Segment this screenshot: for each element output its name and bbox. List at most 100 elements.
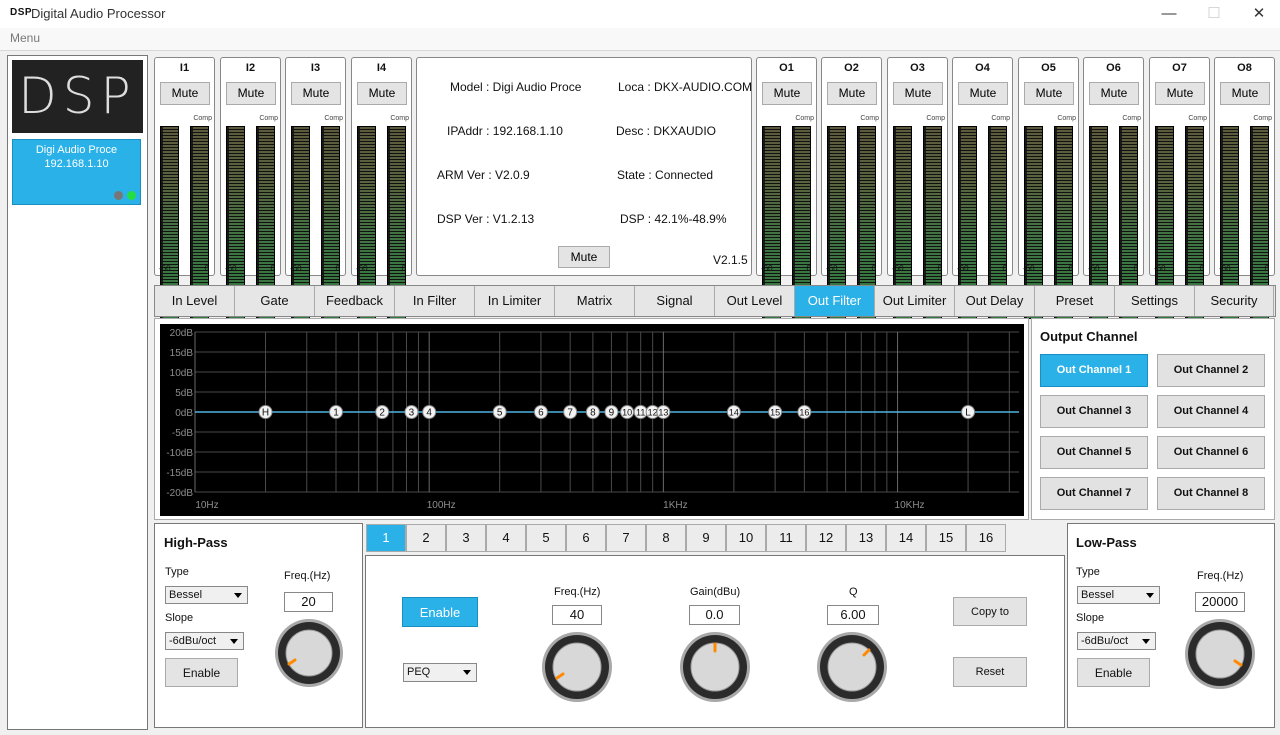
- reset-button[interactable]: Reset: [953, 657, 1027, 687]
- input-mute-button[interactable]: Mute: [160, 82, 210, 105]
- close-button[interactable]: ✕: [1244, 4, 1274, 24]
- eq-graph-svg[interactable]: 20dB15dB10dB5dB0dB-5dB-10dB-15dB-20dB10H…: [160, 324, 1024, 516]
- knob-icon[interactable]: [680, 632, 750, 702]
- out-channel-7-button[interactable]: Out Channel 7: [1040, 477, 1148, 510]
- high-pass-title: High-Pass: [164, 535, 228, 550]
- lp-type-select[interactable]: Bessel: [1077, 586, 1160, 604]
- info-state: State : Connected: [617, 168, 714, 182]
- band-15-button[interactable]: 15: [926, 524, 966, 552]
- tab-out-level[interactable]: Out Level: [715, 286, 795, 316]
- tab-matrix[interactable]: Matrix: [555, 286, 635, 316]
- tab-in-limiter[interactable]: In Limiter: [475, 286, 555, 316]
- peq-gain-knob[interactable]: [680, 632, 750, 707]
- hp-slope-value: -6dBu/oct: [169, 635, 217, 647]
- meter-max-label: 0: [1264, 264, 1269, 273]
- lp-slope-value: -6dBu/oct: [1081, 635, 1129, 647]
- output-mute-button[interactable]: Mute: [827, 82, 877, 105]
- output-mute-button[interactable]: Mute: [1089, 82, 1139, 105]
- minimize-button[interactable]: —: [1154, 4, 1184, 24]
- band-12-button[interactable]: 12: [806, 524, 846, 552]
- output-mute-button[interactable]: Mute: [1024, 82, 1074, 105]
- out-channel-1-button[interactable]: Out Channel 1: [1040, 354, 1148, 387]
- lp-freq-knob[interactable]: [1185, 619, 1255, 694]
- knob-icon[interactable]: [542, 632, 612, 702]
- tab-signal[interactable]: Signal: [635, 286, 715, 316]
- out-channel-2-button[interactable]: Out Channel 2: [1157, 354, 1265, 387]
- band-4-button[interactable]: 4: [486, 524, 526, 552]
- lp-slope-select[interactable]: -6dBu/oct: [1077, 632, 1156, 650]
- output-strip: O4 Mute Comp -60 0: [952, 57, 1013, 319]
- copy-to-button[interactable]: Copy to: [953, 597, 1027, 626]
- knob-icon[interactable]: [275, 619, 343, 687]
- tab-settings[interactable]: Settings: [1115, 286, 1195, 316]
- output-mute-button[interactable]: Mute: [762, 82, 812, 105]
- comp-label: Comp: [193, 115, 212, 122]
- band-6-button[interactable]: 6: [566, 524, 606, 552]
- lp-type-value: Bessel: [1081, 589, 1115, 601]
- knob-icon[interactable]: [1185, 619, 1255, 689]
- peq-q-input[interactable]: 6.00: [827, 605, 879, 625]
- hp-freq-input[interactable]: 20: [284, 592, 333, 612]
- tab-in-level[interactable]: In Level: [155, 286, 235, 316]
- output-mute-button[interactable]: Mute: [1220, 82, 1270, 105]
- band-13-button[interactable]: 13: [846, 524, 886, 552]
- hp-enable-button[interactable]: Enable: [165, 658, 238, 687]
- band-2-button[interactable]: 2: [406, 524, 446, 552]
- band-1-button[interactable]: 1: [366, 524, 406, 552]
- tab-gate[interactable]: Gate: [235, 286, 315, 316]
- band-5-button[interactable]: 5: [526, 524, 566, 552]
- tab-security[interactable]: Security: [1195, 286, 1274, 316]
- info-dsp-load: DSP : 42.1%-48.9%: [620, 212, 727, 226]
- maximize-button[interactable]: ☐: [1199, 4, 1229, 24]
- output-mute-button[interactable]: Mute: [1155, 82, 1205, 105]
- hp-type-select[interactable]: Bessel: [165, 586, 248, 604]
- input-mute-button[interactable]: Mute: [226, 82, 276, 105]
- peq-type-select[interactable]: PEQ: [403, 663, 477, 682]
- tab-preset[interactable]: Preset: [1035, 286, 1115, 316]
- y-axis-label: 15dB: [170, 348, 194, 359]
- chevron-down-icon: [234, 593, 242, 598]
- hp-freq-knob[interactable]: [275, 619, 343, 692]
- knob-icon[interactable]: [817, 632, 887, 702]
- output-mute-button[interactable]: Mute: [958, 82, 1008, 105]
- out-channel-3-button[interactable]: Out Channel 3: [1040, 395, 1148, 428]
- peq-freq-knob[interactable]: [542, 632, 612, 707]
- band-10-button[interactable]: 10: [726, 524, 766, 552]
- out-channel-6-button[interactable]: Out Channel 6: [1157, 436, 1265, 469]
- peq-q-knob[interactable]: [817, 632, 887, 707]
- lp-enable-button[interactable]: Enable: [1077, 658, 1150, 687]
- input-mute-button[interactable]: Mute: [357, 82, 407, 105]
- peq-freq-input[interactable]: 40: [552, 605, 602, 625]
- chevron-down-icon: [1142, 639, 1150, 644]
- out-channel-5-button[interactable]: Out Channel 5: [1040, 436, 1148, 469]
- band-16-button[interactable]: 16: [966, 524, 1006, 552]
- band-11-button[interactable]: 11: [766, 524, 806, 552]
- tab-in-filter[interactable]: In Filter: [395, 286, 475, 316]
- hp-slope-select[interactable]: -6dBu/oct: [165, 632, 244, 650]
- eq-point-label: 8: [590, 408, 596, 419]
- eq-graph[interactable]: 20dB 15dB 10dB 5dB 0dB -5dB -10dB -15dB -20dB 10H…: [160, 324, 1024, 516]
- device-card[interactable]: Digi Audio Proce 192.168.1.10: [12, 139, 141, 205]
- lp-freq-input[interactable]: 20000: [1195, 592, 1245, 612]
- peq-enable-button[interactable]: Enable: [402, 597, 478, 627]
- tab-out-limiter[interactable]: Out Limiter: [875, 286, 955, 316]
- input-channel-label: I1: [179, 62, 190, 74]
- master-mute-button[interactable]: Mute: [558, 246, 610, 268]
- out-channel-4-button[interactable]: Out Channel 4: [1157, 395, 1265, 428]
- input-mute-button[interactable]: Mute: [291, 82, 341, 105]
- band-3-button[interactable]: 3: [446, 524, 486, 552]
- menu-item-menu[interactable]: Menu: [10, 31, 40, 45]
- tab-out-delay[interactable]: Out Delay: [955, 286, 1035, 316]
- out-channel-8-button[interactable]: Out Channel 8: [1157, 477, 1265, 510]
- lp-type-label: Type: [1076, 566, 1100, 578]
- band-14-button[interactable]: 14: [886, 524, 926, 552]
- menu-bar: [0, 28, 1280, 50]
- peq-panel: Enable PEQ Freq.(Hz) 40 Gain(dBu) 0.0 Q …: [365, 555, 1065, 728]
- band-7-button[interactable]: 7: [606, 524, 646, 552]
- peq-gain-input[interactable]: 0.0: [689, 605, 740, 625]
- band-9-button[interactable]: 9: [686, 524, 726, 552]
- output-mute-button[interactable]: Mute: [893, 82, 943, 105]
- band-8-button[interactable]: 8: [646, 524, 686, 552]
- tab-out-filter[interactable]: Out Filter: [795, 286, 875, 316]
- tab-feedback[interactable]: Feedback: [315, 286, 395, 316]
